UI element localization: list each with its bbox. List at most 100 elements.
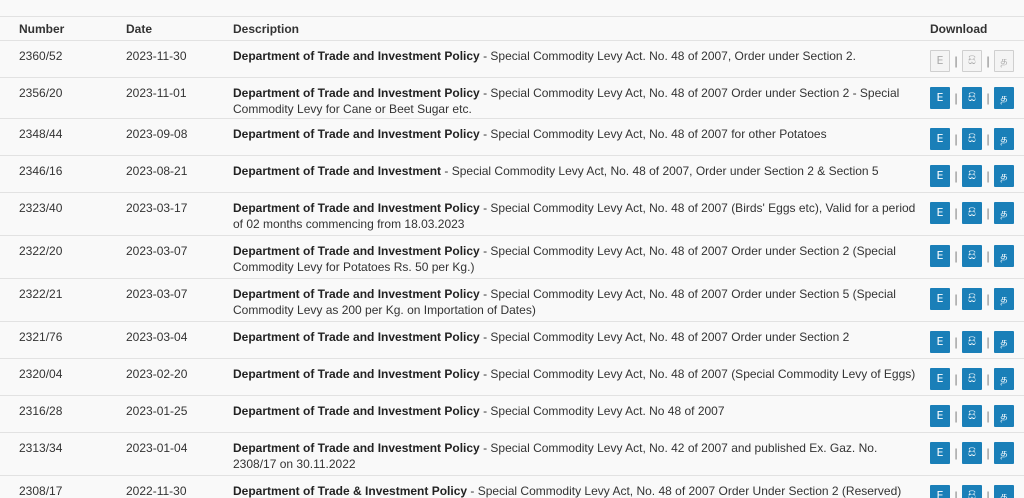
download-sinhala-button[interactable]: සි (962, 165, 982, 187)
download-separator: | (954, 409, 958, 423)
download-sinhala-button[interactable]: සි (962, 405, 982, 427)
table-row: 2322/21 2023-03-07 Department of Trade a… (0, 279, 1024, 322)
row-number: 2322/21 (19, 287, 63, 301)
download-separator: | (986, 292, 990, 306)
table-row: 2313/34 2023-01-04 Department of Trade a… (0, 433, 1024, 476)
download-english-button[interactable]: E (930, 485, 950, 498)
download-separator: | (954, 446, 958, 460)
row-downloads: E | සි | த (930, 50, 1014, 72)
row-downloads: E | සි | த (930, 368, 1014, 390)
row-number: 2323/40 (19, 201, 63, 215)
download-separator: | (954, 335, 958, 349)
row-description: Department of Trade and Investment Polic… (233, 85, 918, 117)
row-description: Department of Trade and Investment Polic… (233, 243, 918, 275)
row-description: Department of Trade and Investment Polic… (233, 440, 918, 472)
row-downloads: E | සි | த (930, 128, 1014, 150)
download-english-button[interactable]: E (930, 87, 950, 109)
download-separator: | (986, 372, 990, 386)
row-number: 2348/44 (19, 127, 63, 141)
download-tamil-button[interactable]: த (994, 165, 1014, 187)
download-english-button[interactable]: E (930, 331, 950, 353)
table-row: 2356/20 2023-11-01 Department of Trade a… (0, 78, 1024, 119)
row-date: 2022-11-30 (126, 484, 187, 498)
table-row: 2348/44 2023-09-08 Department of Trade a… (0, 119, 1024, 156)
download-english-button[interactable]: E (930, 442, 950, 464)
download-english-button[interactable]: E (930, 245, 950, 267)
table-row: 2320/04 2023-02-20 Department of Trade a… (0, 359, 1024, 396)
download-separator: | (954, 54, 958, 68)
download-sinhala-button[interactable]: සි (962, 128, 982, 150)
row-date: 2023-03-07 (126, 287, 188, 301)
download-sinhala-button[interactable]: සි (962, 87, 982, 109)
download-separator: | (954, 249, 958, 263)
row-description: Department of Trade and Investment Polic… (233, 48, 918, 64)
row-description-text: - Special Commodity Levy Act. No. 48 of … (479, 49, 856, 63)
row-description-text: - Special Commodity Levy Act, No. 48 of … (479, 127, 827, 141)
row-department: Department of Trade and Investment Polic… (233, 49, 480, 63)
download-separator: | (986, 91, 990, 105)
gazette-table: Number Date Description Download 2360/52… (0, 0, 1024, 498)
download-tamil-button[interactable]: த (994, 442, 1014, 464)
row-number: 2313/34 (19, 441, 63, 455)
download-separator: | (986, 54, 990, 68)
row-date: 2023-09-08 (126, 127, 188, 141)
row-description-text: - Special Commodity Levy Act, No. 48 of … (467, 484, 902, 498)
row-description: Department of Trade and Investment Polic… (233, 366, 918, 382)
download-separator: | (986, 335, 990, 349)
row-description-text: - Special Commodity Levy Act, No. 48 of … (479, 330, 850, 344)
row-description: Department of Trade and Investment Polic… (233, 286, 918, 318)
header-description: Description (233, 21, 300, 36)
row-downloads: E | සි | த (930, 87, 1014, 109)
download-sinhala-button[interactable]: සි (962, 245, 982, 267)
download-separator: | (986, 249, 990, 263)
row-number: 2321/76 (19, 330, 63, 344)
download-english-button[interactable]: E (930, 128, 950, 150)
download-tamil-button[interactable]: த (994, 87, 1014, 109)
table-header: Number Date Description Download (0, 17, 1024, 41)
download-tamil-button[interactable]: த (994, 368, 1014, 390)
download-separator: | (954, 292, 958, 306)
row-description-text: - Special Commodity Levy Act, No. 48 of … (479, 367, 916, 381)
row-description: Department of Trade and Investment Polic… (233, 126, 918, 142)
download-sinhala-button[interactable]: සි (962, 202, 982, 224)
download-english-button[interactable]: E (930, 368, 950, 390)
row-downloads: E | සි | த (930, 485, 1014, 498)
download-sinhala-button[interactable]: සි (962, 442, 982, 464)
download-sinhala-button[interactable]: සි (962, 288, 982, 310)
row-description: Department of Trade and Investment - Spe… (233, 163, 918, 179)
row-date: 2023-11-30 (126, 49, 187, 63)
download-english-button[interactable]: E (930, 202, 950, 224)
row-number: 2320/04 (19, 367, 63, 381)
row-department: Department of Trade and Investment Polic… (233, 201, 480, 215)
row-department: Department of Trade and Investment Polic… (233, 441, 480, 455)
row-description: Department of Trade and Investment Polic… (233, 329, 918, 345)
row-description: Department of Trade and Investment Polic… (233, 403, 918, 419)
row-date: 2023-03-07 (126, 244, 188, 258)
download-english-button[interactable]: E (930, 165, 950, 187)
download-tamil-button[interactable]: த (994, 485, 1014, 498)
table-row: 2346/16 2023-08-21 Department of Trade a… (0, 156, 1024, 193)
table-row: 2322/20 2023-03-07 Department of Trade a… (0, 236, 1024, 279)
row-number: 2316/28 (19, 404, 63, 418)
row-department: Department of Trade and Investment Polic… (233, 244, 480, 258)
download-english-button[interactable]: E (930, 288, 950, 310)
download-separator: | (954, 206, 958, 220)
download-tamil-button[interactable]: த (994, 245, 1014, 267)
download-english-button[interactable]: E (930, 50, 950, 72)
download-english-button[interactable]: E (930, 405, 950, 427)
download-tamil-button[interactable]: த (994, 331, 1014, 353)
row-date: 2023-01-04 (126, 441, 188, 455)
download-tamil-button[interactable]: த (994, 405, 1014, 427)
download-tamil-button[interactable]: த (994, 50, 1014, 72)
download-sinhala-button[interactable]: සි (962, 485, 982, 498)
row-number: 2356/20 (19, 86, 63, 100)
download-tamil-button[interactable]: த (994, 128, 1014, 150)
download-tamil-button[interactable]: த (994, 288, 1014, 310)
download-sinhala-button[interactable]: සි (962, 331, 982, 353)
download-separator: | (986, 409, 990, 423)
download-sinhala-button[interactable]: සි (962, 50, 982, 72)
download-tamil-button[interactable]: த (994, 202, 1014, 224)
header-download: Download (930, 21, 988, 36)
row-description-text: - Special Commodity Levy Act. No 48 of 2… (479, 404, 725, 418)
download-sinhala-button[interactable]: සි (962, 368, 982, 390)
